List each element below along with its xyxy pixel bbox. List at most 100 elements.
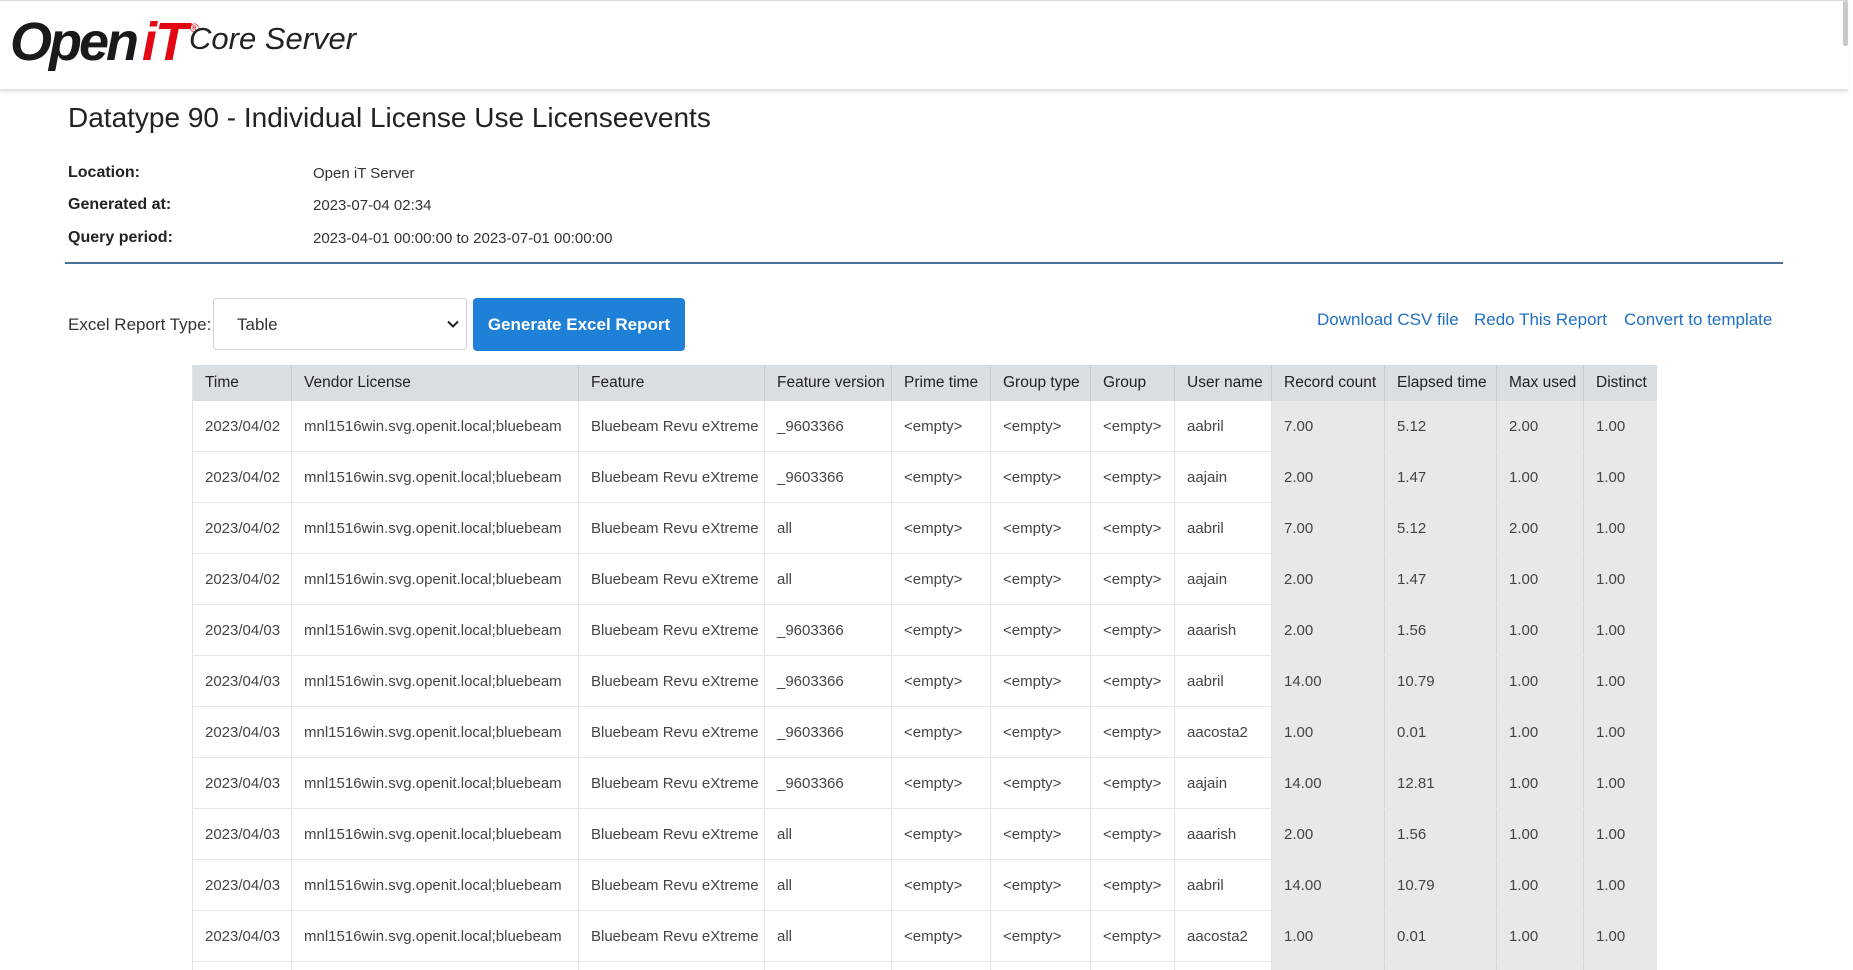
logo-wordmark-open: Open	[10, 12, 139, 72]
table-cell: 1.00	[1496, 910, 1584, 962]
excel-report-type-select[interactable]: Table	[213, 298, 467, 350]
convert-to-template-link[interactable]: Convert to template	[1624, 310, 1772, 330]
table-cell: <empty>	[1090, 655, 1175, 707]
table-cell: 2023/04/03	[192, 757, 292, 809]
table-cell: 14.00	[1271, 655, 1385, 707]
report-table-container[interactable]: Time Vendor License Feature Feature version…	[192, 365, 1657, 970]
table-cell: <empty>	[990, 706, 1091, 758]
column-header[interactable]: Group type	[990, 365, 1091, 401]
table-cell: 12.81	[1384, 757, 1497, 809]
table-row[interactable]: 2023/04/03 mnl1516win.svg.openit.local;bl…	[192, 655, 1657, 707]
table-cell	[990, 961, 1091, 970]
table-cell	[578, 961, 765, 970]
table-cell: 1.00	[1583, 604, 1657, 656]
table-cell: 1.00	[1496, 655, 1584, 707]
table-row[interactable]: 2023/04/03 mnl1516win.svg.openit.local;bl…	[192, 859, 1657, 911]
table-row[interactable]: 2023/04/03 mnl1516win.svg.openit.local;bl…	[192, 706, 1657, 758]
table-cell: 7.00	[1271, 401, 1385, 452]
table-cell: <empty>	[1090, 706, 1175, 758]
table-cell: aabril	[1174, 401, 1272, 452]
column-header[interactable]: Time	[192, 365, 292, 401]
table-cell: 2023/04/03	[192, 655, 292, 707]
table-cell: 2023/04/03	[192, 604, 292, 656]
column-header[interactable]: Max used	[1496, 365, 1584, 401]
table-cell: all	[764, 859, 892, 911]
table-cell: 2023/04/02	[192, 401, 292, 452]
table-cell: <empty>	[990, 401, 1091, 452]
column-header[interactable]: Feature	[578, 365, 765, 401]
table-cell: Bluebeam Revu eXtreme	[578, 859, 765, 911]
location-label: Location:	[68, 164, 140, 181]
table-row[interactable]: 2023/04/02 mnl1516win.svg.openit.local;bl…	[192, 502, 1657, 554]
table-body: 2023/04/02 mnl1516win.svg.openit.local;bl…	[192, 401, 1657, 970]
table-cell: aacosta2	[1174, 910, 1272, 962]
table-cell: <empty>	[891, 910, 991, 962]
column-header[interactable]: Elapsed time	[1384, 365, 1497, 401]
table-cell: <empty>	[990, 451, 1091, 503]
table-cell: aaarish	[1174, 604, 1272, 656]
table-cell	[1174, 961, 1272, 970]
table-row[interactable]: 2023/04/03 mnl1516win.svg.openit.local;bl…	[192, 910, 1657, 962]
table-cell: 2.00	[1496, 502, 1584, 554]
table-cell: Bluebeam Revu eXtreme	[578, 910, 765, 962]
table-cell: 1.00	[1583, 910, 1657, 962]
table-cell: 1.00	[1583, 401, 1657, 452]
table-cell: mnl1516win.svg.openit.local;bluebeam	[291, 553, 579, 605]
column-header[interactable]: Group	[1090, 365, 1175, 401]
table-cell: <empty>	[891, 604, 991, 656]
table-cell: <empty>	[990, 910, 1091, 962]
table-cell: 1.00	[1583, 502, 1657, 554]
query-period-value: 2023-04-01 00:00:00 to 2023-07-01 00:00:…	[313, 230, 613, 247]
table-cell: 2.00	[1271, 604, 1385, 656]
table-cell: all	[764, 808, 892, 860]
table-cell: 1.00	[1583, 808, 1657, 860]
table-cell: 10.79	[1384, 859, 1497, 911]
table-cell: <empty>	[891, 451, 991, 503]
table-cell: aabril	[1174, 502, 1272, 554]
table-cell	[891, 961, 991, 970]
table-cell: aajain	[1174, 553, 1272, 605]
table-cell: 5.12	[1384, 502, 1497, 554]
table-cell: 2.00	[1496, 401, 1584, 452]
report-table: Time Vendor License Feature Feature version…	[192, 365, 1657, 970]
table-cell: 2.00	[1271, 808, 1385, 860]
column-header[interactable]: Vendor License	[291, 365, 579, 401]
table-row[interactable]: 2023/04/02 mnl1516win.svg.openit.local;bl…	[192, 553, 1657, 605]
generated-value: 2023-07-04 02:34	[313, 197, 432, 214]
page-scrollbar[interactable]	[1843, 1, 1848, 46]
table-cell: 2023/04/02	[192, 553, 292, 605]
column-header[interactable]: Prime time	[891, 365, 991, 401]
table-cell: 0.01	[1384, 910, 1497, 962]
table-row[interactable]: 2023/04/02 mnl1516win.svg.openit.local;bl…	[192, 401, 1657, 452]
column-header[interactable]: Record count	[1271, 365, 1385, 401]
table-cell: mnl1516win.svg.openit.local;bluebeam	[291, 451, 579, 503]
table-cell: <empty>	[990, 502, 1091, 554]
table-cell: Bluebeam Revu eXtreme	[578, 553, 765, 605]
table-row[interactable]: 2023/04/03 mnl1516win.svg.openit.local;bl…	[192, 808, 1657, 860]
table-cell: <empty>	[891, 859, 991, 911]
table-cell: 1.00	[1496, 553, 1584, 605]
table-cell: 1.00	[1583, 655, 1657, 707]
app-header: Open iT ® Core Server	[0, 0, 1848, 91]
table-cell	[192, 961, 292, 970]
openit-logo[interactable]: Open iT ®	[10, 11, 199, 73]
table-cell: aaarish	[1174, 808, 1272, 860]
column-header[interactable]: Distinct	[1583, 365, 1657, 401]
table-cell: 14.00	[1271, 859, 1385, 911]
table-cell: <empty>	[1090, 451, 1175, 503]
table-cell: <empty>	[1090, 604, 1175, 656]
table-row[interactable]	[192, 961, 1657, 970]
table-row[interactable]: 2023/04/03 mnl1516win.svg.openit.local;bl…	[192, 604, 1657, 656]
generate-excel-report-button[interactable]: Generate Excel Report	[473, 298, 685, 351]
column-header[interactable]: Feature version	[764, 365, 892, 401]
table-cell: mnl1516win.svg.openit.local;bluebeam	[291, 655, 579, 707]
redo-report-link[interactable]: Redo This Report	[1474, 310, 1607, 330]
table-row[interactable]: 2023/04/03 mnl1516win.svg.openit.local;bl…	[192, 757, 1657, 809]
table-cell: <empty>	[1090, 910, 1175, 962]
table-row[interactable]: 2023/04/02 mnl1516win.svg.openit.local;bl…	[192, 451, 1657, 503]
table-cell	[1384, 961, 1497, 970]
table-cell: <empty>	[891, 655, 991, 707]
table-cell: <empty>	[990, 604, 1091, 656]
download-csv-link[interactable]: Download CSV file	[1317, 310, 1459, 330]
column-header[interactable]: User name	[1174, 365, 1272, 401]
